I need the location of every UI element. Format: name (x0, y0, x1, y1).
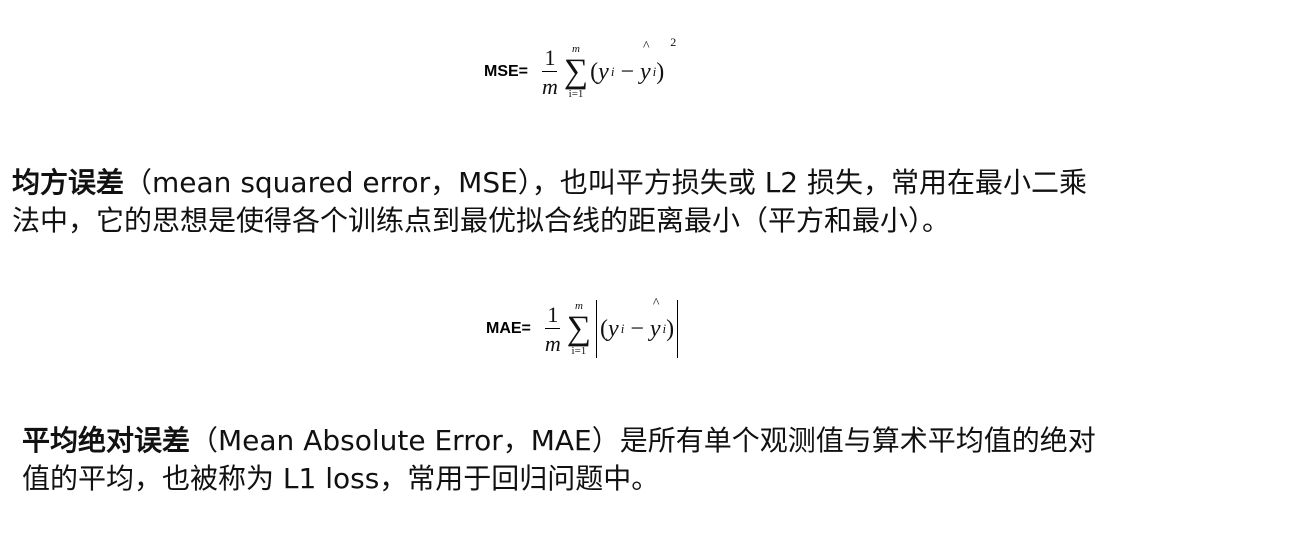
mae-label: MAE= (486, 320, 531, 337)
mse-fraction: 1 m (542, 44, 558, 99)
mse-label: MSE= (484, 63, 529, 80)
mse-power: 2 (670, 34, 677, 49)
mse-formula: MSE= 1 m m ∑ i=1 ( yi − ^ y i ) 2 (484, 35, 676, 100)
mae-summation: m ∑ i=1 (567, 301, 591, 357)
mae-sum-lower: i=1 (571, 345, 587, 357)
mse-close-paren: ) (656, 58, 665, 85)
mae-y-hat-var: y (649, 315, 661, 342)
mae-hat: ^ (652, 295, 660, 311)
mse-minus: − (620, 58, 634, 85)
mse-summation: m ∑ i=1 (564, 44, 588, 100)
mae-expression: ( yi − ^ y i ) (600, 296, 675, 343)
mse-sum-symbol: ∑ (563, 53, 589, 90)
mae-line1: （Mean Absolute Error，MAE）是所有单个观测值与算术平均值的… (190, 424, 1096, 457)
mse-line1: （mean squared error，MSE），也叫平方损失或 L2 损失，常… (124, 166, 1088, 199)
mae-paragraph: 平均绝对误差（Mean Absolute Error，MAE）是所有单个观测值与… (22, 422, 1096, 498)
mae-open-paren: ( (600, 315, 609, 342)
mse-sum-lower: i=1 (568, 88, 584, 100)
mae-denominator: m (544, 330, 561, 356)
mse-numerator: 1 (542, 44, 558, 72)
mae-sum-symbol: ∑ (566, 310, 592, 347)
mse-sub-i: i (610, 64, 615, 79)
mse-line2: 法中，它的思想是使得各个训练点到最优拟合线的距离最小（平方和最小）。 (12, 204, 951, 237)
mse-term: 均方误差 (12, 166, 125, 199)
mse-denominator: m (542, 73, 558, 99)
mae-y-hat: ^ y (649, 296, 661, 343)
mae-abs-right-bar (677, 300, 679, 358)
mse-y-hat: ^ y (639, 39, 651, 86)
mae-formula: MAE= 1 m m ∑ i=1 ( yi − ^ y i ) (486, 296, 681, 358)
mae-minus: − (630, 315, 644, 342)
mae-fraction: 1 m (544, 301, 561, 356)
mae-y: y (608, 315, 619, 342)
mse-expression: ( yi − ^ y i ) 2 (590, 35, 676, 86)
mae-sub-i: i (620, 321, 625, 336)
mse-paragraph: 均方误差（mean squared error，MSE），也叫平方损失或 L2 … (12, 164, 1087, 240)
mae-term: 平均绝对误差 (22, 424, 191, 457)
mse-hat: ^ (642, 38, 650, 54)
mse-open-paren: ( (590, 58, 599, 85)
mae-line2: 值的平均，也被称为 L1 loss，常用于回归问题中。 (22, 462, 660, 495)
mae-close-paren: ) (666, 315, 675, 342)
mse-y-hat-var: y (639, 58, 651, 85)
mae-abs-left-bar (596, 300, 598, 358)
mse-y: y (598, 58, 609, 85)
mae-numerator: 1 (545, 301, 561, 329)
